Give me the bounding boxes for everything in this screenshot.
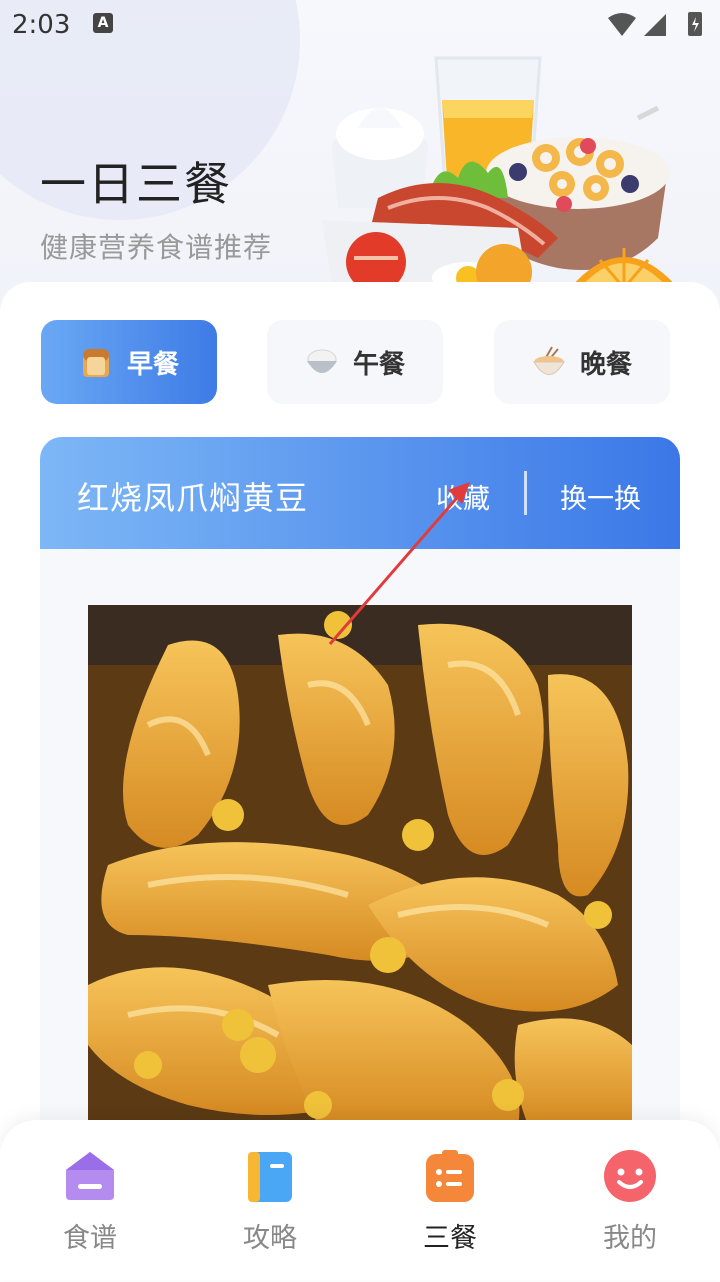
smile-icon <box>604 1150 656 1202</box>
nav-recipes-label: 食谱 <box>63 1223 117 1254</box>
nav-meals-label: 三餐 <box>423 1223 477 1254</box>
nav-guides-label: 攻略 <box>243 1223 297 1254</box>
wifi-icon <box>608 13 636 36</box>
notification-icon: A <box>93 13 113 33</box>
nav-profile-label: 我的 <box>603 1223 657 1254</box>
bread-icon <box>82 349 109 377</box>
tab-lunch-label: 午餐 <box>352 349 405 380</box>
change-recipe-button[interactable]: 换一换 <box>560 477 641 516</box>
signal-icon <box>644 14 666 36</box>
status-icons <box>608 12 702 36</box>
list-icon <box>426 1150 474 1202</box>
favorite-button[interactable]: 收藏 <box>436 477 490 516</box>
tab-breakfast-label: 早餐 <box>126 349 179 380</box>
status-bar: 2:03 A <box>0 0 720 50</box>
recipe-photo[interactable] <box>88 605 632 1125</box>
book-icon <box>248 1152 292 1202</box>
nav-guides[interactable]: 攻略 <box>210 1150 330 1260</box>
tab-breakfast[interactable]: 早餐 <box>41 320 217 404</box>
tab-dinner[interactable]: 晚餐 <box>494 320 670 404</box>
home-icon <box>66 1152 114 1200</box>
status-time: 2:03 <box>12 10 71 40</box>
food-illustration <box>322 56 678 288</box>
rice-bowl-icon <box>306 349 337 373</box>
nav-profile[interactable]: 我的 <box>570 1150 690 1260</box>
hero-title: 一日三餐 <box>40 157 232 211</box>
noodle-bowl-icon <box>533 346 565 375</box>
nav-recipes[interactable]: 食谱 <box>30 1150 150 1260</box>
header-divider <box>524 471 527 515</box>
tab-lunch[interactable]: 午餐 <box>267 320 443 404</box>
bottom-nav: 食谱 攻略 三餐 我的 <box>0 1120 720 1280</box>
recipe-header: 红烧凤爪焖黄豆 收藏 换一换 <box>40 437 680 549</box>
recipe-card: 红烧凤爪焖黄豆 收藏 换一换 <box>40 437 680 1137</box>
hero-subtitle: 健康营养食谱推荐 <box>40 231 273 264</box>
tab-dinner-label: 晚餐 <box>579 349 632 380</box>
recipe-name: 红烧凤爪焖黄豆 <box>77 479 309 517</box>
nav-meals[interactable]: 三餐 <box>390 1150 510 1260</box>
